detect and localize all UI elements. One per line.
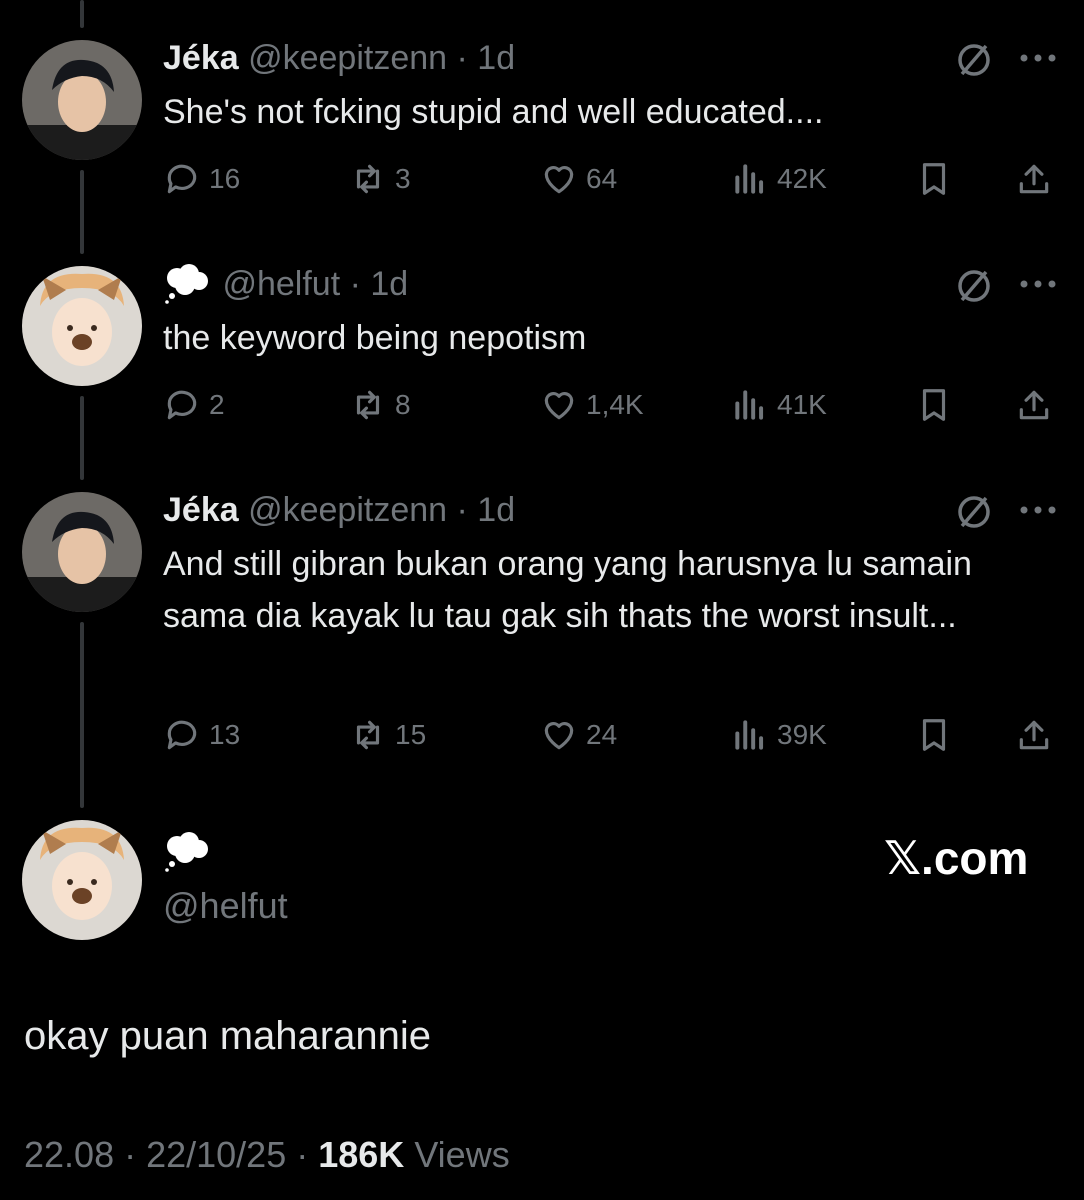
- views-bars-icon: [735, 164, 764, 194]
- more-dots-icon[interactable]: [1018, 48, 1058, 68]
- post-time[interactable]: · 1d: [457, 39, 516, 77]
- share-button[interactable]: [1015, 713, 1061, 757]
- repost-count: 3: [395, 163, 411, 194]
- thought-balloon-icon: [165, 832, 208, 872]
- views-count: 42K: [777, 163, 827, 194]
- views-button[interactable]: 42K: [731, 157, 827, 201]
- bookmark-icon: [922, 163, 946, 195]
- user-handle[interactable]: @helfut: [163, 884, 288, 928]
- views-label: Views: [414, 1134, 510, 1175]
- like-count: 64: [586, 163, 618, 194]
- avatar[interactable]: [22, 492, 142, 612]
- thread-line: [80, 622, 84, 808]
- post-text: okay puan maharannie: [24, 1014, 431, 1058]
- post-date[interactable]: 22/10/25: [146, 1134, 286, 1175]
- thought-balloon-icon: [165, 264, 208, 304]
- share-button[interactable]: [1015, 383, 1061, 427]
- tweet-actions: 16 3 64 42K: [163, 157, 1063, 201]
- bookmark-button[interactable]: [915, 157, 961, 201]
- bookmark-icon: [922, 389, 946, 421]
- like-button[interactable]: 24: [540, 713, 617, 757]
- repost-button[interactable]: 15: [349, 713, 426, 757]
- repost-count: 15: [395, 719, 427, 750]
- views-button[interactable]: 39K: [731, 713, 827, 757]
- reply-button[interactable]: 16: [163, 157, 240, 201]
- display-name[interactable]: Jéka: [163, 491, 239, 529]
- tweet-actions: 13 15 24 39K: [163, 713, 1063, 757]
- tweet-text: She's not fcking stupid and well educate…: [163, 93, 824, 131]
- repost-button[interactable]: 3: [349, 157, 411, 201]
- tweet-text: And still gibran bukan orang yang harusn…: [163, 545, 972, 635]
- avatar[interactable]: [22, 820, 142, 940]
- share-icon: [1019, 390, 1049, 420]
- tweet-header: Jéka @keepitzenn · 1d: [163, 38, 515, 78]
- share-icon: [1019, 164, 1049, 194]
- reply-count: 16: [209, 163, 241, 194]
- bookmark-button[interactable]: [915, 383, 961, 427]
- reply-count: 2: [209, 389, 225, 420]
- post-time[interactable]: · 1d: [457, 491, 516, 529]
- like-button[interactable]: 1,4K: [540, 383, 644, 427]
- user-handle[interactable]: @helfut: [222, 265, 340, 303]
- reply-button[interactable]: 2: [163, 383, 225, 427]
- display-name[interactable]: Jéka: [163, 39, 239, 77]
- views-bars-icon: [735, 390, 764, 420]
- tweet-text: the keyword being nepotism: [163, 319, 587, 357]
- reply-bubble-icon: [167, 164, 197, 194]
- x-logo: 𝕏.com: [884, 832, 1029, 884]
- post-meta: 22.08 · 22/10/25 · 186K Views: [24, 1134, 510, 1175]
- share-button[interactable]: [1015, 157, 1061, 201]
- bookmark-button[interactable]: [915, 713, 961, 757]
- tweet-header: @helfut · 1d: [163, 264, 408, 304]
- user-handle[interactable]: @keepitzenn: [248, 491, 447, 529]
- not-interested-icon[interactable]: [954, 40, 994, 80]
- like-button[interactable]: 64: [540, 157, 617, 201]
- heart-icon: [544, 166, 574, 194]
- post-time[interactable]: · 1d: [350, 265, 409, 303]
- tweet-header: Jéka @keepitzenn · 1d: [163, 490, 515, 530]
- views-count: 41K: [777, 389, 827, 420]
- heart-icon: [544, 722, 574, 750]
- views-count: 39K: [777, 719, 827, 750]
- views-button[interactable]: 41K: [731, 383, 827, 427]
- avatar[interactable]: [22, 266, 142, 386]
- repost-icon: [356, 390, 380, 420]
- thread-line: [80, 170, 84, 254]
- repost-button[interactable]: 8: [349, 383, 411, 427]
- post-time[interactable]: 22.08: [24, 1134, 114, 1175]
- reply-count: 13: [209, 719, 241, 750]
- reply-bubble-icon: [167, 720, 197, 750]
- share-icon: [1019, 720, 1049, 750]
- avatar[interactable]: [22, 40, 142, 160]
- not-interested-icon[interactable]: [954, 266, 994, 306]
- more-dots-icon[interactable]: [1018, 500, 1058, 520]
- not-interested-icon[interactable]: [954, 492, 994, 532]
- reply-bubble-icon: [167, 390, 197, 420]
- repost-count: 8: [395, 389, 411, 420]
- thread-line: [80, 396, 84, 480]
- repost-icon: [356, 720, 380, 750]
- views-bars-icon: [735, 720, 764, 750]
- reply-button[interactable]: 13: [163, 713, 240, 757]
- like-count: 24: [586, 719, 618, 750]
- like-count: 1,4K: [586, 389, 644, 420]
- tweet-actions: 2 8 1,4K 41K: [163, 383, 1063, 427]
- repost-icon: [356, 164, 380, 194]
- heart-icon: [544, 392, 574, 420]
- more-dots-icon[interactable]: [1018, 274, 1058, 294]
- user-handle[interactable]: @keepitzenn: [248, 39, 447, 77]
- bookmark-icon: [922, 719, 946, 751]
- thread-line: [80, 0, 84, 28]
- views-count: 186K: [318, 1134, 405, 1175]
